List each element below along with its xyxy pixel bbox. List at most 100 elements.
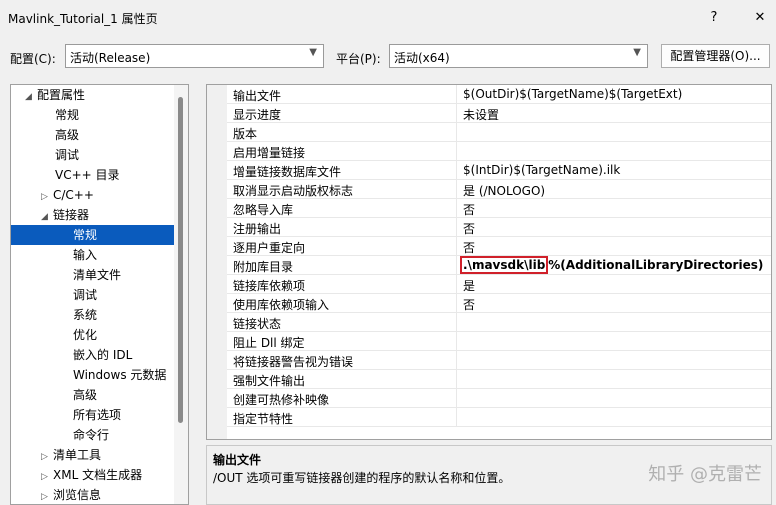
tree-item-label: 链接器	[53, 208, 90, 222]
grid-row-use-library-dep-inputs[interactable]: 使用库依赖项输入 否	[227, 294, 771, 313]
config-label: 配置(C):	[10, 52, 56, 66]
tree-scrollbar[interactable]	[174, 85, 188, 504]
property-name: 链接库依赖项	[233, 279, 306, 293]
grid-row-ignore-import-lib[interactable]: 忽略导入库 否	[227, 199, 771, 218]
tree-item-linker-general[interactable]: 常规	[11, 225, 176, 245]
tree-item-label: 浏览信息	[53, 488, 102, 502]
property-name: 显示进度	[233, 108, 282, 122]
property-value[interactable]: .\mavsdk\lib %(AdditionalLibraryDirectori…	[460, 256, 763, 274]
tree-item-label: 清单工具	[53, 448, 102, 462]
tree-item-browse-info[interactable]: ▷ 浏览信息	[41, 485, 102, 504]
divider	[456, 199, 457, 218]
divider	[456, 142, 457, 161]
help-button[interactable]: ?	[700, 6, 728, 30]
tree-item-label: C/C++	[53, 188, 94, 202]
tree-item-general[interactable]: 常规	[55, 105, 79, 125]
property-value[interactable]: 是	[463, 277, 475, 294]
chevron-down-icon: ▼	[633, 47, 641, 58]
property-name: 阻止 Dll 绑定	[233, 336, 305, 350]
divider	[456, 256, 457, 275]
tree-item-linker-manifest[interactable]: 清单文件	[73, 265, 121, 285]
title-bar: Mavlink_Tutorial_1 属性页 ? ✕	[0, 0, 776, 36]
property-value[interactable]: 是 (/NOLOGO)	[463, 182, 545, 199]
tree-item-linker[interactable]: ◢ 链接器	[41, 205, 89, 225]
grid-row-show-progress[interactable]: 显示进度 未设置	[227, 104, 771, 123]
tree-item-debugging[interactable]: 调试	[55, 145, 79, 165]
tree-item-linker-system[interactable]: 系统	[73, 305, 97, 325]
property-tree[interactable]: ◢ 配置属性 常规 高级 调试 VC++ 目录 ▷ C/C++ ◢ 链接器 常规 输入…	[10, 84, 189, 505]
tree-item-label: 命令行	[73, 428, 110, 442]
config-value: 活动(Release)	[70, 51, 151, 65]
config-dropdown[interactable]: 活动(Release) ▼	[65, 44, 324, 68]
divider	[456, 104, 457, 123]
expander-icon[interactable]: ▷	[41, 447, 53, 467]
grid-row-per-user-redirection[interactable]: 逐用户重定向 否	[227, 237, 771, 256]
tree-item-linker-optimization[interactable]: 优化	[73, 325, 97, 345]
scrollbar-thumb[interactable]	[178, 97, 183, 423]
divider	[456, 313, 457, 332]
property-name: 取消显示启动版权标志	[233, 184, 354, 198]
divider	[456, 389, 457, 408]
expander-icon[interactable]: ◢	[25, 87, 37, 107]
close-button[interactable]: ✕	[746, 6, 774, 30]
platform-label: 平台(P):	[336, 52, 381, 66]
property-value[interactable]: 否	[463, 239, 475, 256]
tree-item-linker-windows-metadata[interactable]: Windows 元数据	[73, 365, 166, 385]
grid-row-nologo[interactable]: 取消显示启动版权标志 是 (/NOLOGO)	[227, 180, 771, 199]
grid-row-warnings-as-errors[interactable]: 将链接器警告视为错误	[227, 351, 771, 370]
configuration-manager-button[interactable]: 配置管理器(O)...	[661, 44, 770, 68]
property-name: 输出文件	[233, 89, 282, 103]
tree-item-label: 配置属性	[37, 88, 86, 102]
tree-item-config-props[interactable]: ◢ 配置属性	[25, 85, 85, 105]
grid-row-register-output[interactable]: 注册输出 否	[227, 218, 771, 237]
tree-item-vc-directories[interactable]: VC++ 目录	[55, 165, 120, 185]
grid-row-prevent-dll-binding[interactable]: 阻止 Dll 绑定	[227, 332, 771, 351]
property-value[interactable]: 未设置	[463, 106, 499, 123]
property-value[interactable]: 否	[463, 220, 475, 237]
grid-row-version[interactable]: 版本	[227, 123, 771, 142]
tree-item-linker-embedded-idl[interactable]: 嵌入的 IDL	[73, 345, 132, 365]
config-toolbar: 配置(C): 活动(Release) ▼ 平台(P): 活动(x64) ▼ 配置…	[0, 44, 776, 72]
tree-item-linker-command-line[interactable]: 命令行	[73, 425, 109, 445]
tree-item-linker-all-options[interactable]: 所有选项	[73, 405, 121, 425]
expander-icon[interactable]: ▷	[41, 487, 53, 504]
expander-icon[interactable]: ▷	[41, 187, 53, 207]
property-name: 增量链接数据库文件	[233, 165, 342, 179]
tree-item-xml-doc-generator[interactable]: ▷ XML 文档生成器	[41, 465, 142, 485]
grid-row-link-status[interactable]: 链接状态	[227, 313, 771, 332]
grid-row-incremental-link[interactable]: 启用增量链接	[227, 142, 771, 161]
tree-item-linker-debugging[interactable]: 调试	[73, 285, 97, 305]
property-name: 链接状态	[233, 317, 282, 331]
platform-dropdown[interactable]: 活动(x64) ▼	[389, 44, 648, 68]
tree-item-manifest-tool[interactable]: ▷ 清单工具	[41, 445, 101, 465]
tree-item-linker-input[interactable]: 输入	[73, 245, 97, 265]
tree-item-label: 常规	[73, 228, 98, 242]
property-value[interactable]: 否	[463, 296, 475, 313]
divider	[456, 180, 457, 199]
grid-row-link-library-deps[interactable]: 链接库依赖项 是	[227, 275, 771, 294]
tree-item-linker-advanced[interactable]: 高级	[73, 385, 97, 405]
property-name: 强制文件输出	[233, 374, 306, 388]
grid-row-output-file[interactable]: 输出文件 $(OutDir)$(TargetName)$(TargetExt)	[227, 85, 771, 104]
tree-item-label: XML 文档生成器	[53, 468, 143, 482]
property-name: 指定节特性	[233, 412, 294, 426]
property-name: 版本	[233, 127, 258, 141]
grid-row-section-attributes[interactable]: 指定节特性	[227, 408, 771, 427]
tree-item-label: 调试	[55, 148, 80, 162]
grid-row-hotpatchable-image[interactable]: 创建可热修补映像	[227, 389, 771, 408]
property-value[interactable]: 否	[463, 201, 475, 218]
tree-item-advanced[interactable]: 高级	[55, 125, 79, 145]
grid-row-additional-lib-dirs[interactable]: 附加库目录 .\mavsdk\lib %(AdditionalLibraryDire…	[227, 256, 771, 275]
tree-item-label: 优化	[73, 328, 98, 342]
grid-row-incremental-db[interactable]: 增量链接数据库文件 $(IntDir)$(TargetName).ilk	[227, 161, 771, 180]
expander-icon[interactable]: ▷	[41, 467, 53, 487]
tree-item-cpp[interactable]: ▷ C/C++	[41, 185, 94, 205]
window-title: Mavlink_Tutorial_1 属性页	[8, 12, 158, 26]
tree-item-label: 调试	[73, 288, 98, 302]
grid-row-force-file-output[interactable]: 强制文件输出	[227, 370, 771, 389]
divider	[456, 370, 457, 389]
property-name: 注册输出	[233, 222, 282, 236]
expander-icon[interactable]: ◢	[41, 207, 53, 227]
property-value[interactable]: $(OutDir)$(TargetName)$(TargetExt)	[463, 87, 682, 101]
property-value[interactable]: $(IntDir)$(TargetName).ilk	[463, 163, 620, 177]
